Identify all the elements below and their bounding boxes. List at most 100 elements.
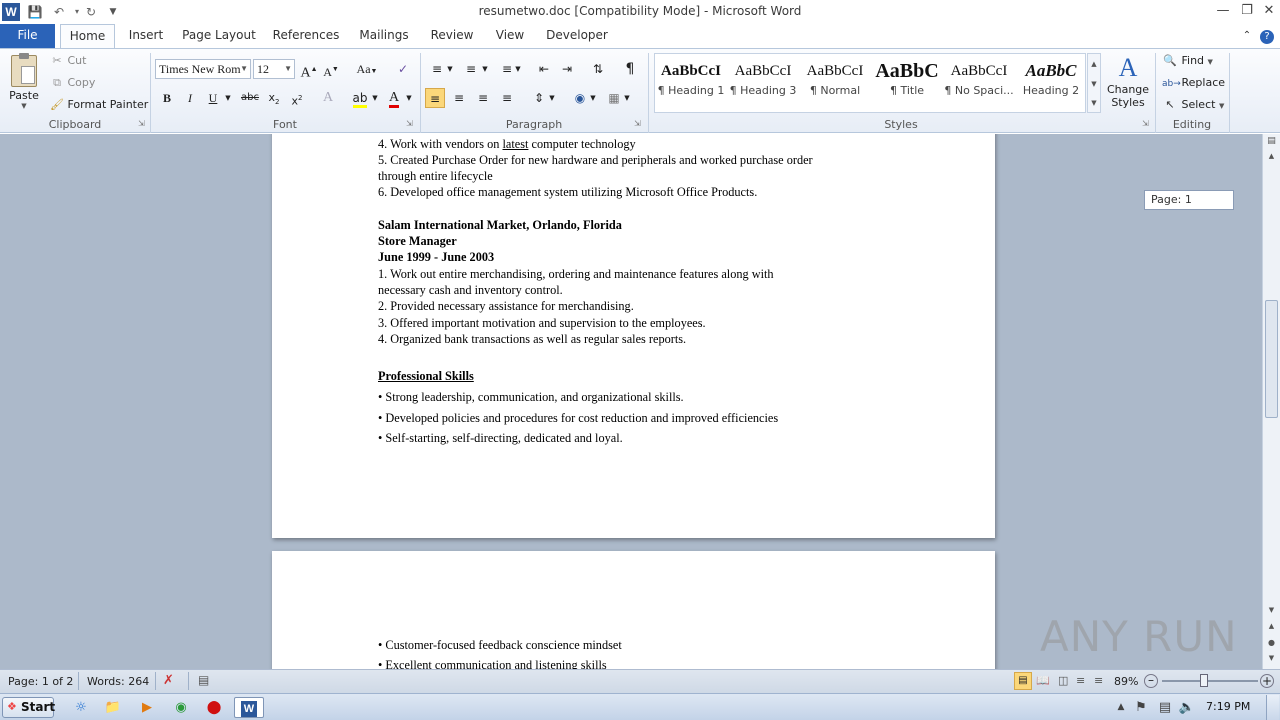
decrease-indent-icon[interactable]: ⇤ xyxy=(534,59,554,79)
style-heading-3[interactable]: AaBbCcI ¶ Heading 3 xyxy=(727,58,799,104)
clock[interactable]: 7:19 PM xyxy=(1206,700,1250,713)
document-page-2[interactable]: • Customer-focused feedback conscience m… xyxy=(272,551,995,669)
tab-developer[interactable]: Developer xyxy=(542,24,612,48)
style-title[interactable]: AaBbC ¶ Title xyxy=(871,58,943,104)
scrollbar-thumb[interactable] xyxy=(1265,300,1278,418)
borders-icon[interactable]: ▦ xyxy=(604,88,624,108)
scroll-down-icon[interactable]: ▼ xyxy=(1088,74,1100,94)
outline-icon[interactable]: ≡ xyxy=(1076,674,1085,687)
cut-button[interactable]: ✂ Cut xyxy=(50,54,86,67)
tab-mailings[interactable]: Mailings xyxy=(354,24,414,48)
web-layout-icon[interactable]: ◫ xyxy=(1058,674,1068,687)
tab-page-layout[interactable]: Page Layout xyxy=(180,24,258,48)
browse-object-icon[interactable]: ● xyxy=(1265,638,1278,650)
draft-icon[interactable]: ≡ xyxy=(1094,674,1103,687)
print-layout-icon[interactable]: ▤ xyxy=(1014,672,1032,690)
shading-icon[interactable]: ◉ xyxy=(570,88,590,108)
bullets-icon[interactable]: ≡ xyxy=(427,59,447,79)
copy-button[interactable]: ⧉ Copy xyxy=(50,76,95,90)
bold-icon[interactable]: B xyxy=(157,88,177,108)
word-count[interactable]: Words: 264 xyxy=(87,675,149,688)
close-button[interactable]: ✕ xyxy=(1258,1,1280,21)
more-styles-icon[interactable]: ▼ xyxy=(1088,94,1100,112)
styles-scroll[interactable]: ▲ ▼ ▼ xyxy=(1087,53,1101,113)
replace-button[interactable]: ab→ Replace xyxy=(1162,76,1225,89)
line-spacing-icon[interactable]: ⇕ xyxy=(529,88,549,108)
grow-font-icon[interactable]: A▲ xyxy=(299,59,319,81)
multilevel-dropdown-icon[interactable]: ▼ xyxy=(513,59,523,79)
strikethrough-icon[interactable]: abc xyxy=(238,88,262,108)
numbering-icon[interactable]: ≡ xyxy=(461,59,481,79)
page-count[interactable]: Page: 1 of 2 xyxy=(8,675,73,688)
start-button[interactable]: ❖ Start xyxy=(2,697,55,718)
help-icon[interactable]: ? xyxy=(1258,24,1276,48)
style-heading-2[interactable]: AaBbC Heading 2 xyxy=(1015,58,1087,104)
subscript-icon[interactable]: x2 xyxy=(264,88,284,108)
tab-references[interactable]: References xyxy=(270,24,342,48)
font-color-dropdown-icon[interactable]: ▼ xyxy=(404,88,414,108)
minimize-button[interactable]: — xyxy=(1212,1,1234,21)
tab-review[interactable]: Review xyxy=(426,24,478,48)
next-page-icon[interactable]: ▼ xyxy=(1265,654,1278,666)
paste-button[interactable]: Paste ▼ xyxy=(6,53,42,113)
tab-home[interactable]: Home xyxy=(60,24,115,49)
clear-formatting-icon[interactable]: ✓ xyxy=(393,59,413,79)
style-no-spacing[interactable]: AaBbCcI ¶ No Spaci... xyxy=(943,58,1015,104)
maximize-button[interactable]: ❐ xyxy=(1236,1,1258,21)
zoom-slider-thumb[interactable] xyxy=(1200,674,1208,687)
macro-recording-icon[interactable]: ▤ xyxy=(198,673,209,687)
zoom-slider[interactable] xyxy=(1162,680,1258,682)
bullets-dropdown-icon[interactable]: ▼ xyxy=(445,59,455,79)
shrink-font-icon[interactable]: A▼ xyxy=(321,59,341,79)
internet-explorer-icon[interactable]: ☼ xyxy=(70,697,92,718)
ruler-toggle-icon[interactable]: ▤ xyxy=(1265,136,1278,150)
zoom-in-icon[interactable]: + xyxy=(1260,674,1274,688)
increase-indent-icon[interactable]: ⇥ xyxy=(557,59,577,79)
format-painter-button[interactable]: 🖌 Format Painter xyxy=(50,98,148,111)
show-formatting-icon[interactable]: ¶ xyxy=(620,59,640,79)
text-effects-icon[interactable]: A xyxy=(318,88,338,108)
align-center-icon[interactable]: ≡ xyxy=(449,88,469,108)
chrome-icon[interactable]: ◉ xyxy=(170,697,192,718)
word-taskbar-button[interactable]: W xyxy=(234,697,264,718)
font-size-combo[interactable]: 12 ▼ xyxy=(253,59,295,79)
tab-file[interactable]: File xyxy=(0,24,55,48)
highlight-dropdown-icon[interactable]: ▼ xyxy=(370,88,380,108)
shading-dropdown-icon[interactable]: ▼ xyxy=(588,88,598,108)
borders-dropdown-icon[interactable]: ▼ xyxy=(622,88,632,108)
align-left-icon[interactable]: ≡ xyxy=(425,88,445,108)
select-button[interactable]: ↖ Select ▼ xyxy=(1162,98,1224,111)
zoom-out-icon[interactable]: – xyxy=(1144,674,1158,688)
font-launcher-icon[interactable]: ⇲ xyxy=(406,119,413,128)
minimize-ribbon-icon[interactable]: ⌃ xyxy=(1238,24,1256,48)
network-icon[interactable]: ▤ xyxy=(1154,697,1176,718)
zoom-level[interactable]: 89% xyxy=(1114,675,1138,688)
underline-dropdown-icon[interactable]: ▼ xyxy=(223,88,233,108)
folder-icon[interactable]: 📁 xyxy=(102,697,124,718)
paragraph-launcher-icon[interactable]: ⇲ xyxy=(634,119,641,128)
document-area[interactable]: 4. Work with vendors on latest computer … xyxy=(0,134,1262,669)
previous-page-icon[interactable]: ▲ xyxy=(1265,622,1278,634)
style-normal[interactable]: AaBbCcI ¶ Normal xyxy=(799,58,871,104)
change-case-icon[interactable]: Aa▼ xyxy=(353,59,381,79)
superscript-icon[interactable]: x2 xyxy=(287,88,307,108)
font-color-icon[interactable]: A xyxy=(384,88,404,108)
scroll-down-icon[interactable]: ▼ xyxy=(1265,606,1278,618)
justify-icon[interactable]: ≡ xyxy=(497,88,517,108)
media-player-icon[interactable]: ▶ xyxy=(136,697,158,718)
highlight-icon[interactable]: ab xyxy=(350,88,370,108)
sort-icon[interactable]: ⇅ xyxy=(588,59,608,79)
tab-view[interactable]: View xyxy=(490,24,530,48)
action-center-flag-icon[interactable]: ⚑ xyxy=(1130,697,1152,718)
style-heading-1[interactable]: AaBbCcI ¶ Heading 1 xyxy=(655,58,727,104)
document-page-1[interactable]: 4. Work with vendors on latest computer … xyxy=(272,134,995,538)
show-desktop-button[interactable] xyxy=(1266,695,1279,720)
styles-launcher-icon[interactable]: ⇲ xyxy=(1142,119,1149,128)
scroll-up-icon[interactable]: ▲ xyxy=(1265,152,1278,164)
full-screen-reading-icon[interactable]: 📖 xyxy=(1036,674,1050,687)
volume-icon[interactable]: 🔈 xyxy=(1176,697,1198,718)
change-styles-button[interactable]: A Change Styles xyxy=(1104,53,1152,109)
align-right-icon[interactable]: ≡ xyxy=(473,88,493,108)
underline-icon[interactable]: U xyxy=(203,88,223,108)
clipboard-launcher-icon[interactable]: ⇲ xyxy=(138,119,145,128)
